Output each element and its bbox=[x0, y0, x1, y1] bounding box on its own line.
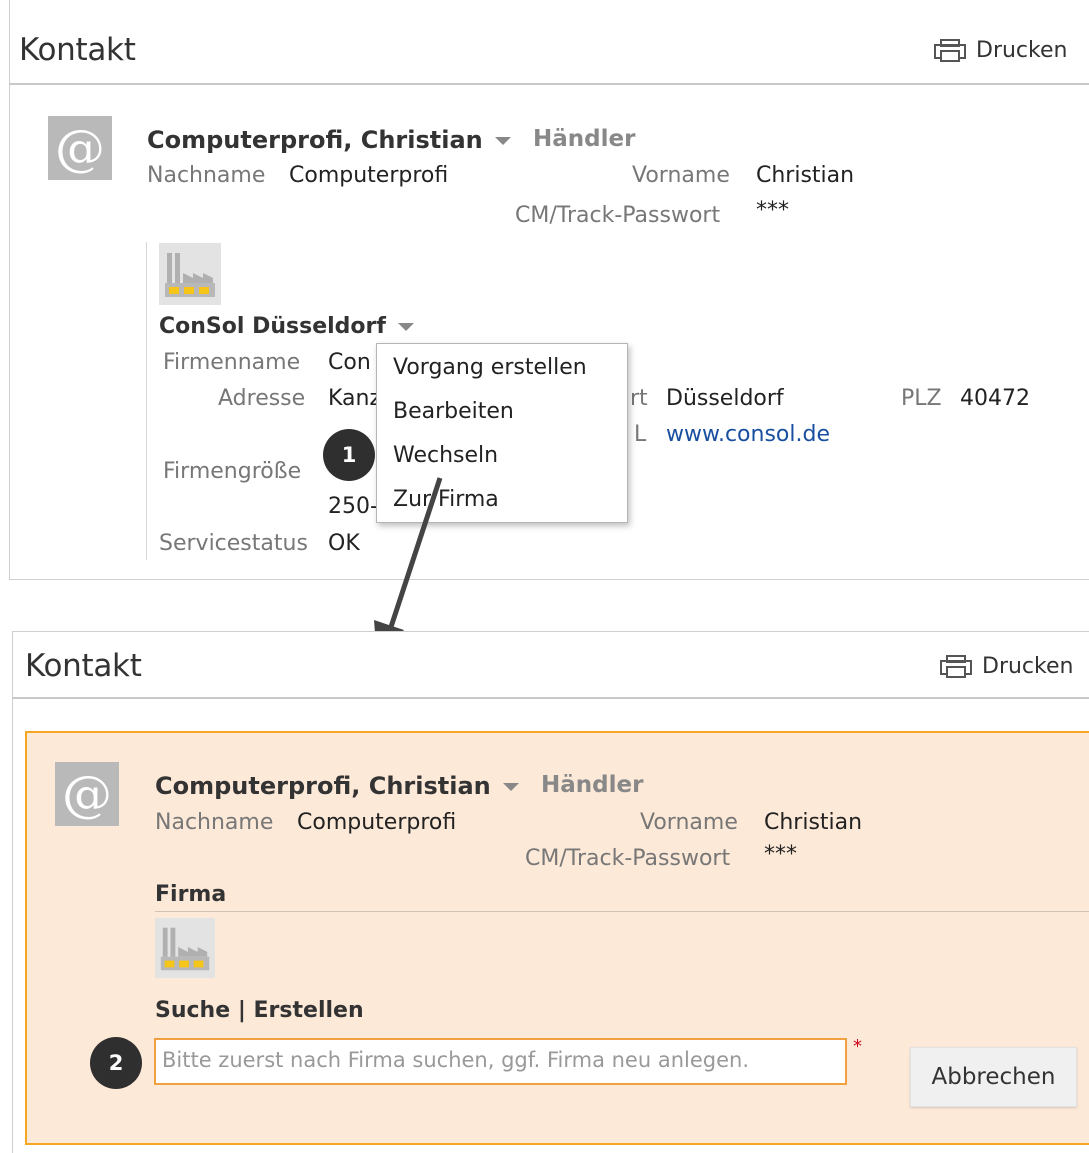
firmengroesse-label: Firmengröße bbox=[163, 459, 302, 484]
vorname-value: Christian bbox=[764, 810, 863, 835]
contact-name-text: Computerprofi, Christian bbox=[155, 772, 491, 800]
cancel-button[interactable]: Abbrechen bbox=[910, 1047, 1077, 1107]
contact-role: Händler bbox=[533, 126, 636, 152]
password-value: *** bbox=[756, 198, 789, 223]
adresse-label: Adresse bbox=[218, 386, 306, 411]
create-link[interactable]: Erstellen bbox=[254, 998, 364, 1023]
company-name-text: ConSol Düsseldorf bbox=[159, 314, 386, 339]
vorname-value: Christian bbox=[756, 163, 855, 188]
company-url-link[interactable]: www.consol.de bbox=[666, 422, 830, 447]
firma-heading: Firma bbox=[155, 882, 227, 907]
chevron-down-icon[interactable] bbox=[494, 137, 511, 145]
company-block-border bbox=[146, 242, 147, 560]
factory-icon bbox=[155, 918, 215, 978]
search-link[interactable]: Suche bbox=[155, 998, 230, 1023]
print-label: Drucken bbox=[982, 654, 1074, 679]
factory-icon bbox=[159, 243, 221, 305]
contact-name-text: Computerprofi, Christian bbox=[147, 126, 483, 154]
contact-avatar-icon: @ bbox=[48, 116, 112, 180]
page-title: Kontakt bbox=[25, 648, 142, 684]
menu-item-wechseln[interactable]: Wechseln bbox=[393, 443, 498, 468]
servicestatus-label: Servicestatus bbox=[159, 531, 308, 556]
nachname-value: Computerprofi bbox=[289, 163, 449, 188]
print-label: Drucken bbox=[976, 38, 1068, 63]
printer-icon bbox=[940, 654, 972, 678]
menu-item-vorgang-erstellen[interactable]: Vorgang erstellen bbox=[393, 355, 587, 380]
printer-icon bbox=[934, 38, 966, 62]
chevron-down-icon[interactable] bbox=[502, 783, 519, 791]
print-button[interactable]: Drucken bbox=[940, 654, 1073, 679]
menu-item-bearbeiten[interactable]: Bearbeiten bbox=[393, 399, 514, 424]
firmenname-value: Con bbox=[328, 350, 371, 375]
company-search-input[interactable]: Bitte zuerst nach Firma suchen, ggf. Fir… bbox=[154, 1038, 847, 1085]
firmenname-label: Firmenname bbox=[163, 350, 301, 375]
nachname-label: Nachname bbox=[155, 810, 274, 835]
nachname-value: Computerprofi bbox=[297, 810, 457, 835]
title-divider bbox=[12, 697, 1089, 699]
servicestatus-value: OK bbox=[328, 531, 360, 556]
contact-role: Händler bbox=[541, 772, 644, 798]
nachname-label: Nachname bbox=[147, 163, 266, 188]
url-label: L bbox=[634, 422, 647, 447]
ort-label: rt bbox=[630, 386, 648, 411]
firma-divider bbox=[155, 911, 1089, 912]
password-value: *** bbox=[764, 842, 797, 867]
adresse-value: Kanz bbox=[328, 386, 382, 411]
separator: | bbox=[237, 998, 246, 1023]
chevron-down-icon[interactable] bbox=[397, 323, 414, 331]
ort-value: Düsseldorf bbox=[666, 386, 784, 411]
company-actions: Suche | Erstellen bbox=[155, 998, 364, 1023]
title-divider bbox=[9, 83, 1089, 85]
contact-avatar-icon: @ bbox=[55, 762, 119, 826]
plz-value: 40472 bbox=[960, 386, 1030, 411]
step-badge-2: 2 bbox=[90, 1037, 142, 1089]
print-button[interactable]: Drucken bbox=[934, 38, 1067, 63]
contact-name[interactable]: Computerprofi, Christian bbox=[155, 772, 519, 800]
plz-label: PLZ bbox=[901, 386, 942, 411]
vorname-label: Vorname bbox=[632, 163, 730, 188]
password-label: CM/Track-Passwort bbox=[525, 846, 731, 871]
contact-name[interactable]: Computerprofi, Christian bbox=[147, 126, 511, 154]
vorname-label: Vorname bbox=[640, 810, 738, 835]
password-label: CM/Track-Passwort bbox=[515, 203, 721, 228]
required-mark: * bbox=[853, 1036, 862, 1057]
company-name[interactable]: ConSol Düsseldorf bbox=[159, 314, 414, 339]
page-title: Kontakt bbox=[19, 32, 136, 68]
